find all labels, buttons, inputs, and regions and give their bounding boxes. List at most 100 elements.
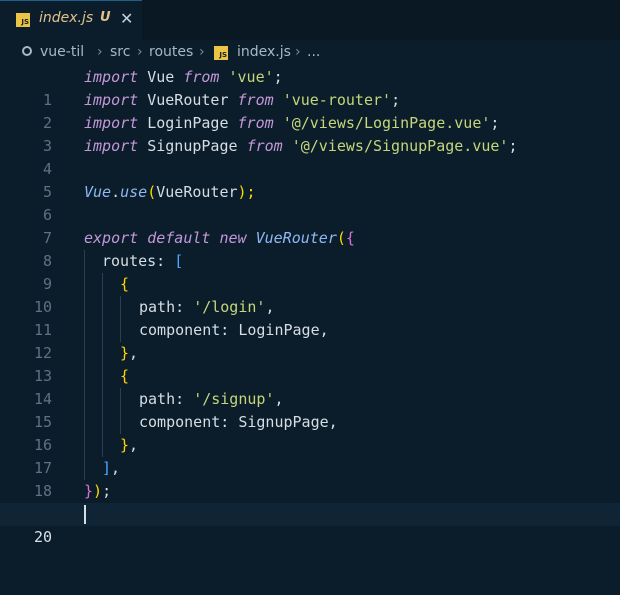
breadcrumb-item-index-js[interactable]: index.js (237, 44, 291, 60)
javascript-file-icon: JS (214, 46, 228, 60)
code-line: 6 Vue.use(VueRouter); (0, 181, 620, 224)
code-token: { (345, 229, 355, 247)
code-token: '/signup' (193, 390, 275, 408)
code-line: 19 }); (0, 480, 620, 523)
code-token: VueRouter (138, 91, 238, 109)
chevron-right-icon: › (137, 44, 143, 60)
code-token: from (237, 91, 274, 109)
code-token: . (111, 183, 121, 201)
untracked-status-badge: U (100, 10, 111, 25)
chevron-right-icon: › (97, 44, 103, 60)
code-line: 12 component: LoginPage, (0, 319, 620, 362)
code-line: 18 ], (0, 457, 620, 500)
code-token: ; (391, 91, 401, 109)
code-token: } (120, 436, 130, 454)
code-token: , (265, 298, 275, 316)
code-line: 13 }, (0, 342, 620, 385)
code-token: from (246, 137, 283, 155)
code-token: from (183, 68, 220, 86)
chevron-right-icon: › (295, 44, 301, 60)
code-line: 5 (0, 158, 620, 201)
code-token: from (237, 114, 274, 132)
code-token: 'vue-router' (282, 91, 392, 109)
text-cursor (84, 505, 86, 524)
chevron-right-icon: › (199, 44, 205, 60)
breadcrumb-item-src[interactable]: src (110, 44, 130, 60)
line-number: 20 (33, 528, 52, 546)
breadcrumb-item-ellipsis[interactable]: ... (307, 44, 320, 60)
code-token: '@/views/LoginPage.vue' (282, 114, 491, 132)
code-token: ] (102, 459, 112, 477)
code-token: new (219, 229, 247, 247)
code-line: 17 }, (0, 434, 620, 477)
code-line: 14 { (0, 365, 620, 408)
code-line: 10 { (0, 273, 620, 316)
code-token: ; (102, 482, 112, 500)
code-token: ( (336, 229, 346, 247)
code-token: } (84, 482, 94, 500)
code-token: ); (237, 183, 256, 201)
code-token: export (84, 229, 139, 247)
tab-bar: JS index.js U ✕ (0, 0, 620, 40)
tab-index-js[interactable]: JS index.js U ✕ (0, 0, 142, 40)
code-line: 7 (0, 204, 620, 247)
code-token: ; (273, 68, 283, 86)
code-token: SignupPage (138, 137, 247, 155)
code-line: 15 path: '/signup', (0, 388, 620, 431)
code-token: component: SignupPage, (139, 413, 338, 431)
code-token: component: LoginPage, (139, 321, 329, 339)
code-token: { (120, 275, 130, 293)
code-token: } (120, 344, 130, 362)
code-line: 4 import SignupPage from '@/views/Signup… (0, 135, 620, 178)
code-token: { (120, 367, 130, 385)
code-token: , (129, 344, 139, 362)
code-token: '@/views/SignupPage.vue' (291, 137, 509, 155)
code-token: import (84, 114, 139, 132)
code-token: import (84, 137, 139, 155)
code-editor[interactable]: 1 import Vue from 'vue'; 2 import VueRou… (0, 66, 620, 549)
code-token: import (84, 68, 139, 86)
code-token: VueRouter (156, 183, 238, 201)
code-line: 3 import LoginPage from '@/views/LoginPa… (0, 112, 620, 155)
code-token: use (120, 183, 148, 201)
code-line: 9 routes: [ (0, 250, 620, 293)
code-token: LoginPage (138, 114, 238, 132)
code-token: , (274, 390, 284, 408)
code-token: path: (139, 390, 194, 408)
code-token: ; (490, 114, 500, 132)
code-token: default (147, 229, 211, 247)
breadcrumb-item-vue-til[interactable]: vue-til (40, 44, 84, 60)
code-token: ; (508, 137, 518, 155)
code-line: 1 import Vue from 'vue'; (0, 66, 620, 109)
code-line: 2 import VueRouter from 'vue-router'; (0, 89, 620, 132)
code-token: VueRouter (255, 229, 337, 247)
code-token: Vue (84, 183, 112, 201)
code-token: Vue (138, 68, 184, 86)
code-token: [ (174, 252, 184, 270)
code-line: 11 path: '/login', (0, 296, 620, 339)
javascript-file-icon: JS (16, 13, 30, 27)
breadcrumb-item-routes[interactable]: routes (149, 44, 193, 60)
close-icon[interactable]: ✕ (120, 9, 133, 28)
code-token: routes: (102, 252, 175, 270)
code-token: '/login' (193, 298, 266, 316)
code-token: 'vue' (228, 68, 274, 86)
code-line: 8 export default new VueRouter({ (0, 227, 620, 270)
code-token: ) (93, 482, 103, 500)
code-line: 16 component: SignupPage, (0, 411, 620, 454)
folder-circle-icon (22, 46, 32, 56)
code-token: ( (147, 183, 157, 201)
code-token: , (129, 436, 139, 454)
code-token: , (111, 459, 121, 477)
tab-filename: index.js (39, 10, 94, 26)
breadcrumb: vue-til › src › routes › JS index.js › .… (0, 40, 620, 66)
code-line-current[interactable]: 20 (0, 503, 620, 546)
code-token: import (84, 91, 139, 109)
code-token: path: (139, 298, 194, 316)
